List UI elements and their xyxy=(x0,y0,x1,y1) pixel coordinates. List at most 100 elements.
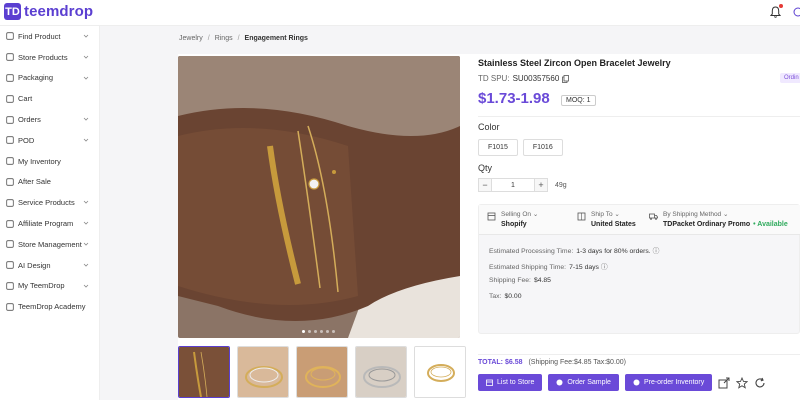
chevron-down-icon xyxy=(83,201,89,204)
shipping-method-selector[interactable]: By Shipping Method ⌄ TDPacket Ordinary P… xyxy=(649,210,788,228)
sidebar-item-label: Packaging xyxy=(18,73,54,83)
breadcrumb-rings[interactable]: Rings xyxy=(215,35,233,42)
selling-on-selector[interactable]: Selling On ⌄ Shopify xyxy=(487,210,538,228)
carousel-dot[interactable] xyxy=(326,330,329,333)
list-to-store-button[interactable]: List to Store xyxy=(478,374,543,391)
chevron-down-icon xyxy=(83,117,89,121)
thumbnail-strip xyxy=(178,346,466,398)
logo-mark: TD xyxy=(4,3,21,20)
color-option-f1015[interactable]: F1015 xyxy=(478,139,518,156)
carousel-dot[interactable] xyxy=(320,330,323,333)
share-icon[interactable] xyxy=(718,377,730,389)
processing-time: Estimated Processing Time: 1-3 days for 8… xyxy=(489,245,659,255)
carousel-dot[interactable] xyxy=(302,330,305,333)
divider xyxy=(478,354,800,355)
sidebar-item-label: Service Products xyxy=(18,198,75,208)
user-icon[interactable] xyxy=(793,6,800,18)
order-total: TOTAL: $6.58 (Shipping Fee:$4.85 Tax:$0.… xyxy=(478,359,626,366)
main-content: Jewelry / Rings / Engagement Rings Stain… xyxy=(100,26,800,400)
shipping-method-label: By Shipping Method xyxy=(663,211,722,218)
chevron-down-icon: ⌄ xyxy=(532,211,539,218)
service-icon xyxy=(5,198,14,207)
sidebar-item-service-products[interactable]: Service Products xyxy=(0,192,99,213)
notification-dot xyxy=(779,4,783,8)
sidebar-item-find-product[interactable]: Find Product xyxy=(0,26,99,47)
sample-icon xyxy=(556,379,563,386)
image-carousel-dots xyxy=(302,330,335,333)
total-value: $6.58 xyxy=(504,359,523,366)
truck-icon xyxy=(649,213,658,220)
spu-label: TD SPU: xyxy=(478,74,510,83)
color-options: F1015 F1016 xyxy=(478,139,563,156)
sidebar-item-label: My Inventory xyxy=(18,156,61,166)
pod-icon xyxy=(5,136,14,145)
qty-input[interactable]: 1 xyxy=(492,178,534,192)
shipping-method-value: TDPacket Ordinary Promo xyxy=(663,221,751,228)
sidebar-item-ai-design[interactable]: AI Design xyxy=(0,255,99,276)
availability-status: • Available xyxy=(753,221,788,228)
sidebar-item-orders[interactable]: Orders xyxy=(0,109,99,130)
sidebar: Find Product Store Products Packaging Cart O… xyxy=(0,26,100,400)
sidebar-item-my-inventory[interactable]: My Inventory xyxy=(0,151,99,172)
chevron-down-icon xyxy=(83,55,89,59)
divider xyxy=(478,116,800,117)
logo[interactable]: TD teemdrop xyxy=(4,3,93,20)
copy-icon[interactable] xyxy=(562,74,570,83)
ship-to-value: United States xyxy=(591,221,636,228)
thumbnail-4[interactable] xyxy=(355,346,407,398)
sidebar-item-store-management[interactable]: Store Management xyxy=(0,234,99,255)
sidebar-item-affiliate-program[interactable]: Affiliate Program xyxy=(0,213,99,234)
tag-icon xyxy=(5,73,14,82)
color-option-f1016[interactable]: F1016 xyxy=(522,139,563,156)
ship-to-selector[interactable]: Ship To ⌄ United States xyxy=(577,210,636,228)
product-title: Stainless Steel Zircon Open Bracelet Jew… xyxy=(478,58,671,68)
thumbnail-5[interactable] xyxy=(414,346,466,398)
shipping-time-label: Estimated Shipping Time: xyxy=(489,264,567,271)
sidebar-item-label: Store Management xyxy=(18,239,82,249)
search-icon xyxy=(5,32,14,41)
quantity-stepper: − 1 + 49g xyxy=(478,178,567,192)
carousel-dot[interactable] xyxy=(308,330,311,333)
preorder-inventory-button[interactable]: Pre-order Inventory xyxy=(624,374,713,391)
order-sample-button[interactable]: Order Sample xyxy=(548,374,619,391)
sidebar-item-packaging[interactable]: Packaging xyxy=(0,68,99,89)
carousel-dot[interactable] xyxy=(314,330,317,333)
selling-on-value: Shopify xyxy=(501,221,527,228)
store-icon xyxy=(487,212,496,221)
breadcrumb: Jewelry / Rings / Engagement Rings xyxy=(179,35,308,42)
shipping-selectors: Selling On ⌄ Shopify Ship To ⌄ United St… xyxy=(479,205,800,235)
sidebar-item-label: After Sale xyxy=(18,177,51,187)
sidebar-item-store-products[interactable]: Store Products xyxy=(0,47,99,68)
breadcrumb-jewelry[interactable]: Jewelry xyxy=(179,35,203,42)
preorder-inventory-label: Pre-order Inventory xyxy=(643,379,705,386)
refresh-icon[interactable] xyxy=(754,377,766,389)
product-main-image[interactable] xyxy=(178,56,460,338)
sidebar-item-pod[interactable]: POD xyxy=(0,130,99,151)
thumbnail-2[interactable] xyxy=(237,346,289,398)
total-breakdown: (Shipping Fee:$4.85 Tax:$0.00) xyxy=(528,359,627,366)
color-label: Color xyxy=(478,122,500,132)
sidebar-item-my-teemdrop[interactable]: My TeemDrop xyxy=(0,276,99,297)
tax: Tax: $0.00 xyxy=(489,293,521,300)
list-to-store-label: List to Store xyxy=(497,379,535,386)
thumbnail-3[interactable] xyxy=(296,346,348,398)
sidebar-item-cart[interactable]: Cart xyxy=(0,88,99,109)
ordinary-badge: Ordin xyxy=(780,73,800,83)
info-icon[interactable]: ⓘ xyxy=(601,264,608,271)
info-icon[interactable]: ⓘ xyxy=(653,248,660,255)
breadcrumb-current: Engagement Rings xyxy=(244,35,308,42)
sidebar-item-label: Store Products xyxy=(18,52,68,62)
qty-increment-button[interactable]: + xyxy=(534,178,548,192)
store-icon xyxy=(486,379,493,386)
star-icon[interactable] xyxy=(736,376,749,389)
thumbnail-1[interactable] xyxy=(178,346,230,398)
qty-decrement-button[interactable]: − xyxy=(478,178,492,192)
sidebar-item-after-sale[interactable]: After Sale xyxy=(0,172,99,193)
cart-icon xyxy=(5,94,14,103)
sidebar-item-teemdrop-academy[interactable]: TeemDrop Academy xyxy=(0,296,99,317)
globe-icon xyxy=(577,212,586,221)
inventory-icon xyxy=(5,157,14,166)
product-panel: Stainless Steel Zircon Open Bracelet Jew… xyxy=(178,54,800,400)
spu-value: SU00357560 xyxy=(512,74,560,83)
carousel-dot[interactable] xyxy=(332,330,335,333)
